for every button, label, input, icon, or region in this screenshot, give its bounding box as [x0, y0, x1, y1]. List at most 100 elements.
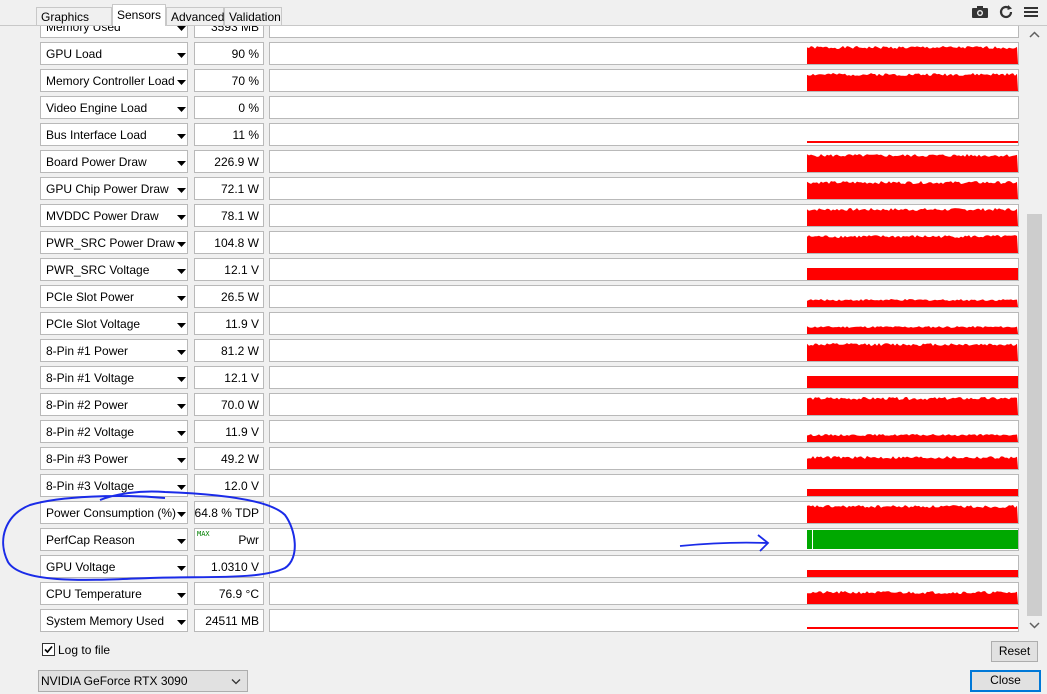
sensor-name-cell[interactable]: PCIe Slot Power: [40, 285, 188, 308]
sensor-name: Board Power Draw: [46, 155, 147, 169]
dropdown-arrow-icon[interactable]: [177, 242, 186, 248]
dropdown-arrow-icon[interactable]: [177, 485, 186, 491]
sensor-name-cell[interactable]: CPU Temperature: [40, 582, 188, 605]
camera-icon[interactable]: [971, 3, 989, 21]
sensor-name-cell[interactable]: Memory Used: [40, 26, 188, 38]
sensor-name-cell[interactable]: 8-Pin #2 Voltage: [40, 420, 188, 443]
dropdown-arrow-icon[interactable]: [177, 593, 186, 599]
graph-trace: [807, 299, 1018, 307]
dropdown-arrow-icon[interactable]: [177, 431, 186, 437]
dropdown-arrow-icon[interactable]: [177, 377, 186, 383]
graph-trace: [807, 268, 1018, 280]
dropdown-arrow-icon[interactable]: [177, 80, 186, 86]
refresh-icon[interactable]: [997, 3, 1015, 21]
sensor-value-cell: 3593 MB: [194, 26, 264, 38]
sensor-name: 8-Pin #2 Voltage: [46, 425, 135, 439]
sensor-name-cell[interactable]: 8-Pin #1 Voltage: [40, 366, 188, 389]
dropdown-arrow-icon[interactable]: [177, 404, 186, 410]
sensor-name-cell[interactable]: GPU Load: [40, 42, 188, 65]
scroll-down-icon[interactable]: [1026, 617, 1043, 634]
sensor-graph: [269, 393, 1019, 416]
sensor-name-cell[interactable]: 8-Pin #3 Voltage: [40, 474, 188, 497]
graph-trace: [807, 343, 1018, 361]
sensor-name: CPU Temperature: [46, 587, 142, 601]
log-to-file-checkbox[interactable]: [42, 643, 55, 656]
dropdown-arrow-icon[interactable]: [177, 323, 186, 329]
dropdown-arrow-icon[interactable]: [177, 26, 186, 32]
sensor-row: Memory Controller Load 70 %: [38, 68, 1026, 95]
sensor-value-cell: 11.9 V: [194, 420, 264, 443]
tab-label: Sensors: [117, 8, 162, 22]
sensor-list: Memory Used 3593 MB GPU Load 90 % Memory Con…: [38, 26, 1026, 634]
sensor-value-cell: 0 %: [194, 96, 264, 119]
dropdown-arrow-icon[interactable]: [177, 215, 186, 221]
tab-advanced[interactable]: Advanced: [166, 7, 224, 25]
dropdown-arrow-icon[interactable]: [177, 350, 186, 356]
sensor-name: System Memory Used: [46, 614, 165, 628]
sensor-value-cell: 72.1 W: [194, 177, 264, 200]
tab-graphics-card[interactable]: Graphics Card: [36, 7, 112, 42]
sensor-name-cell[interactable]: Bus Interface Load: [40, 123, 188, 146]
dropdown-arrow-icon[interactable]: [177, 188, 186, 194]
tab-sensors[interactable]: Sensors: [112, 4, 166, 26]
scrollbar-thumb[interactable]: [1027, 214, 1042, 616]
gpu-select[interactable]: NVIDIA GeForce RTX 3090: [38, 670, 248, 692]
dropdown-arrow-icon[interactable]: [177, 458, 186, 464]
sensor-name-cell[interactable]: GPU Chip Power Draw: [40, 177, 188, 200]
sensor-name-cell[interactable]: MVDDC Power Draw: [40, 204, 188, 227]
tab-validation[interactable]: Validation: [224, 7, 282, 25]
sensor-name-cell[interactable]: PCIe Slot Voltage: [40, 312, 188, 335]
scroll-up-icon[interactable]: [1026, 26, 1043, 43]
sensor-name-cell[interactable]: Power Consumption (%): [40, 501, 188, 524]
dropdown-arrow-icon[interactable]: [177, 107, 186, 113]
sensor-name-cell[interactable]: Video Engine Load: [40, 96, 188, 119]
sensor-graph: [269, 123, 1019, 146]
sensor-value: 64.8 % TDP: [194, 506, 259, 520]
dropdown-arrow-icon[interactable]: [177, 620, 186, 626]
sensor-name: PWR_SRC Voltage: [46, 263, 150, 277]
sensor-name-cell[interactable]: PWR_SRC Voltage: [40, 258, 188, 281]
sensor-name-cell[interactable]: Memory Controller Load: [40, 69, 188, 92]
sensor-name-cell[interactable]: 8-Pin #2 Power: [40, 393, 188, 416]
sensor-graph: [269, 285, 1019, 308]
sensor-name-cell[interactable]: 8-Pin #3 Power: [40, 447, 188, 470]
sensor-value: 70 %: [231, 74, 259, 88]
dropdown-arrow-icon[interactable]: [177, 296, 186, 302]
dropdown-arrow-icon[interactable]: [177, 53, 186, 59]
dropdown-arrow-icon[interactable]: [177, 134, 186, 140]
sensor-name-cell[interactable]: 8-Pin #1 Power: [40, 339, 188, 362]
sensor-name: GPU Voltage: [46, 560, 116, 574]
sensor-row: 8-Pin #3 Voltage 12.0 V: [38, 473, 1026, 500]
sensor-value-cell: 12.1 V: [194, 258, 264, 281]
dropdown-arrow-icon[interactable]: [177, 512, 186, 518]
dropdown-arrow-icon[interactable]: [177, 539, 186, 545]
sensor-value: 49.2 W: [220, 452, 259, 466]
menu-icon[interactable]: [1022, 3, 1040, 21]
sensor-name: GPU Load: [46, 47, 103, 61]
graph-trace: [807, 46, 1018, 64]
sensor-name-cell[interactable]: GPU Voltage: [40, 555, 188, 578]
sensor-graph: [269, 447, 1019, 470]
dropdown-arrow-icon[interactable]: [177, 269, 186, 275]
sensor-name-cell[interactable]: System Memory Used: [40, 609, 188, 632]
graph-trace: [270, 97, 1018, 118]
dropdown-arrow-icon[interactable]: [177, 161, 186, 167]
sensor-name-cell[interactable]: Board Power Draw: [40, 150, 188, 173]
sensor-value-cell: 104.8 W: [194, 231, 264, 254]
close-button[interactable]: Close: [970, 670, 1041, 692]
sensor-value-cell: 70.0 W: [194, 393, 264, 416]
scrollbar[interactable]: [1026, 26, 1043, 634]
tab-bar: Graphics Card Sensors Advanced Validatio…: [0, 0, 1047, 42]
reset-button[interactable]: Reset: [991, 641, 1038, 662]
graph-trace: [807, 627, 1018, 629]
sensor-row: Board Power Draw 226.9 W: [38, 149, 1026, 176]
sensor-name-cell[interactable]: PWR_SRC Power Draw: [40, 231, 188, 254]
sensor-graph: [269, 231, 1019, 254]
sensor-name: Memory Controller Load: [46, 74, 175, 88]
graph-trace: [807, 376, 1018, 388]
graph-trace: [807, 154, 1018, 172]
dropdown-arrow-icon[interactable]: [177, 566, 186, 572]
sensor-row: Video Engine Load 0 %: [38, 95, 1026, 122]
sensor-name-cell[interactable]: PerfCap Reason: [40, 528, 188, 551]
sensor-row: Bus Interface Load 11 %: [38, 122, 1026, 149]
